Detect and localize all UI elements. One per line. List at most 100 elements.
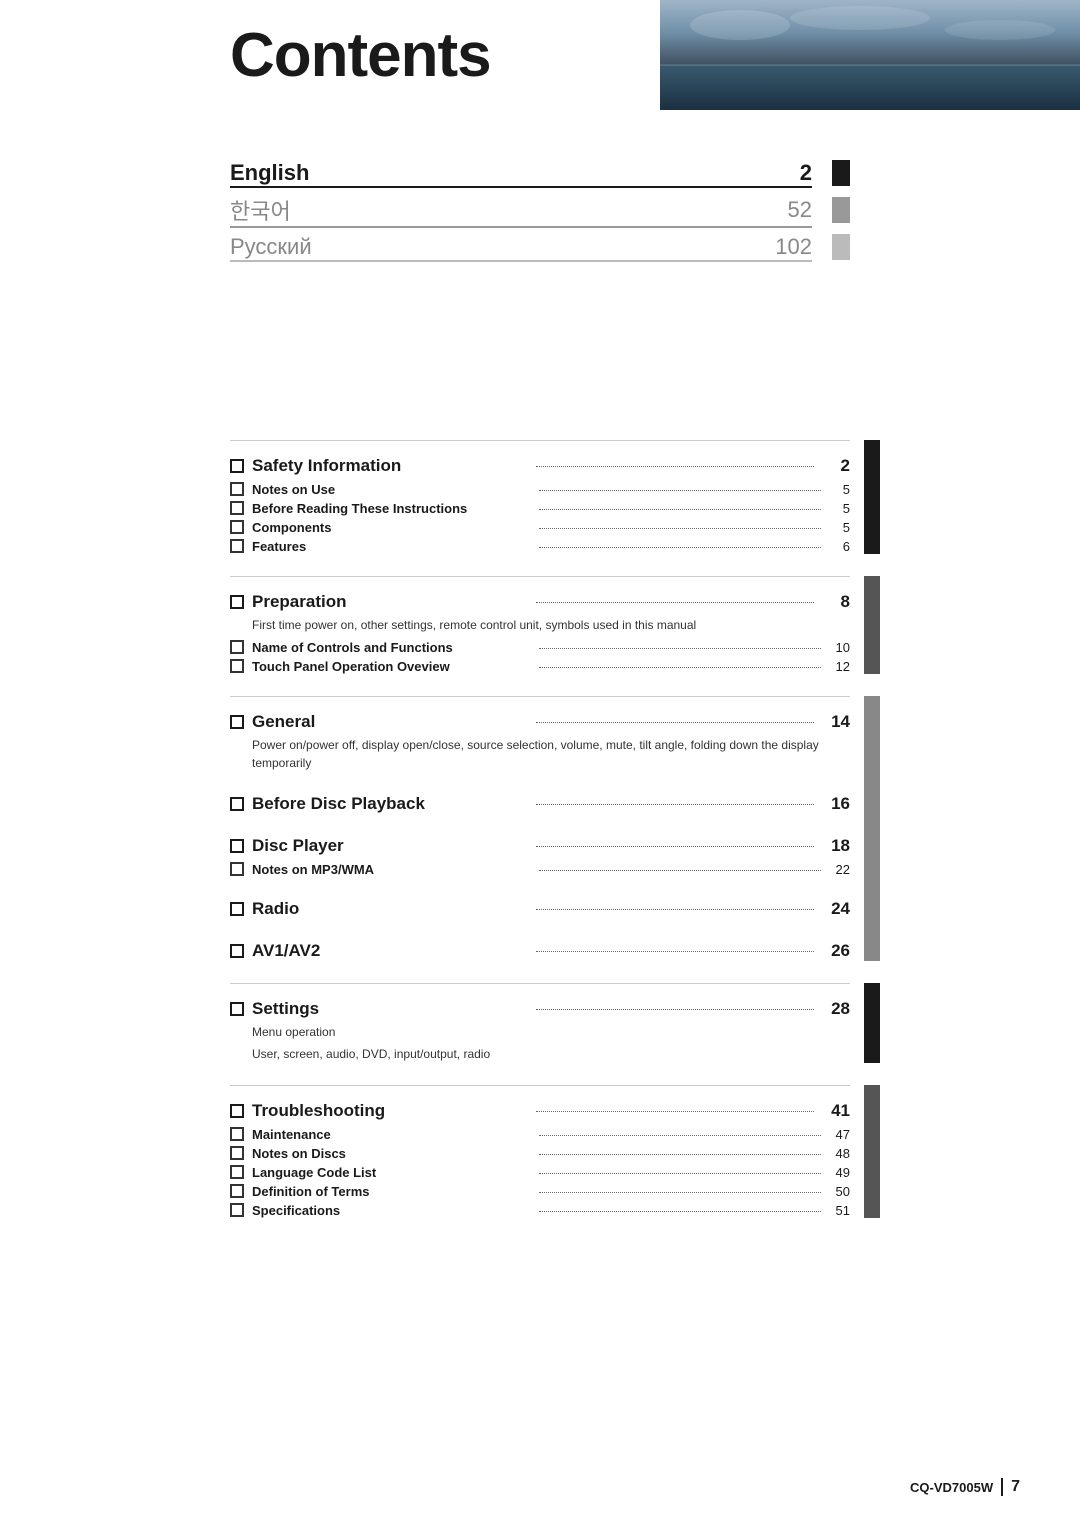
controls-page: 10 [825,640,850,655]
toc-entry-general: General 14 [230,712,850,732]
toc-section-troubleshooting: Troubleshooting 41 Maintenance 47 Notes … [230,1101,850,1218]
specs-page: 51 [825,1203,850,1218]
content-area: English 2 한국어 52 Русский 102 [0,160,1080,1320]
troubleshooting-page: 41 [820,1101,850,1121]
footer-page-num: 7 [1001,1478,1020,1496]
components-page: 5 [825,520,850,535]
toc-sub-specs: Specifications 51 [230,1201,850,1218]
checkbox-before-disc [230,797,244,811]
toc-group-troubleshooting: Troubleshooting 41 Maintenance 47 Notes … [230,1085,850,1218]
checkbox-mp3 [230,862,244,876]
toc-group-settings: Settings 28 Menu operation User, screen,… [230,983,850,1063]
disc-player-title: Disc Player [252,836,530,856]
toc-entry-troubleshooting: Troubleshooting 41 [230,1101,850,1121]
language-section: English 2 한국어 52 Русский 102 [230,160,850,260]
checkbox-components [230,520,244,534]
russian-underline [230,260,812,262]
toc-sub-notes: Notes on Use 5 [230,480,850,497]
checkbox-radio [230,902,244,916]
checkbox-disc-player [230,839,244,853]
toc-entry-safety: Safety Information 2 [230,456,850,476]
notes-title: Notes on Use [252,482,535,497]
av-dots [536,951,814,952]
toc-section-before-disc: Before Disc Playback 16 [230,794,850,814]
components-title: Components [252,520,535,535]
notes-dots [539,490,822,491]
checkbox-before-reading [230,501,244,515]
touch-dots [539,667,822,668]
features-title: Features [252,539,535,554]
toc-sub-components: Components 5 [230,518,850,535]
divider-safety [230,440,850,441]
before-reading-dots [539,509,822,510]
maintenance-page: 47 [825,1127,850,1142]
safety-title: Safety Information [252,456,530,476]
preparation-description: First time power on, other settings, rem… [252,616,850,634]
toc-sub-mp3: Notes on MP3/WMA 22 [230,860,850,877]
preparation-dots [536,602,814,603]
checkbox-lang-code [230,1165,244,1179]
checkbox-troubleshooting [230,1104,244,1118]
toc-group-general: General 14 Power on/power off, display o… [230,696,850,961]
toc-section-radio: Radio 24 [230,899,850,919]
components-dots [539,528,822,529]
def-terms-dots [539,1192,822,1193]
mp3-title: Notes on MP3/WMA [252,862,535,877]
toc-entry-before-disc: Before Disc Playback 16 [230,794,850,814]
checkbox-touch [230,659,244,673]
checkbox-maintenance [230,1127,244,1141]
specs-dots [539,1211,822,1212]
radio-title: Radio [252,899,530,919]
bar-preparation [864,576,880,674]
lang-code-page: 49 [825,1165,850,1180]
toc-entry-disc-player: Disc Player 18 [230,836,850,856]
controls-dots [539,648,822,649]
checkbox-notes-discs [230,1146,244,1160]
header-image [660,0,1080,110]
bar-troubleshooting [864,1085,880,1218]
checkbox-settings [230,1002,244,1016]
features-dots [539,547,822,548]
safety-page: 2 [820,456,850,476]
notes-discs-title: Notes on Discs [252,1146,535,1161]
footer: CQ-VD7005W 7 [910,1478,1020,1496]
preparation-page: 8 [820,592,850,612]
korean-bar [832,197,850,223]
toc-section-general: General 14 Power on/power off, display o… [230,712,850,772]
bar-safety [864,440,880,554]
toc-sub-def-terms: Definition of Terms 50 [230,1182,850,1199]
general-title: General [252,712,530,732]
troubleshooting-dots [536,1111,814,1112]
language-row-russian: Русский 102 [230,234,850,260]
av-title: AV1/AV2 [252,941,530,961]
settings-dots [536,1009,814,1010]
checkbox-features [230,539,244,553]
notes-page: 5 [825,482,850,497]
def-terms-page: 50 [825,1184,850,1199]
korean-underline [230,226,812,228]
maintenance-title: Maintenance [252,1127,535,1142]
language-row-english: English 2 [230,160,850,186]
before-reading-title: Before Reading These Instructions [252,501,535,516]
checkbox-def-terms [230,1184,244,1198]
specs-title: Specifications [252,1203,535,1218]
before-reading-page: 5 [825,501,850,516]
radio-dots [536,909,814,910]
settings-title: Settings [252,999,530,1019]
english-page: 2 [800,160,812,186]
mp3-page: 22 [825,862,850,877]
maintenance-dots [539,1135,822,1136]
checkbox-general [230,715,244,729]
bar-settings [864,983,880,1063]
av-page: 26 [820,941,850,961]
touch-page: 12 [825,659,850,674]
toc-section-settings: Settings 28 Menu operation User, screen,… [230,999,850,1063]
checkbox-safety [230,459,244,473]
safety-dots [536,466,814,467]
lang-code-dots [539,1173,822,1174]
toc-sub-lang-code: Language Code List 49 [230,1163,850,1180]
toc-sub-notes-discs: Notes on Discs 48 [230,1144,850,1161]
controls-title: Name of Controls and Functions [252,640,535,655]
toc-entry-av: AV1/AV2 26 [230,941,850,961]
notes-discs-page: 48 [825,1146,850,1161]
